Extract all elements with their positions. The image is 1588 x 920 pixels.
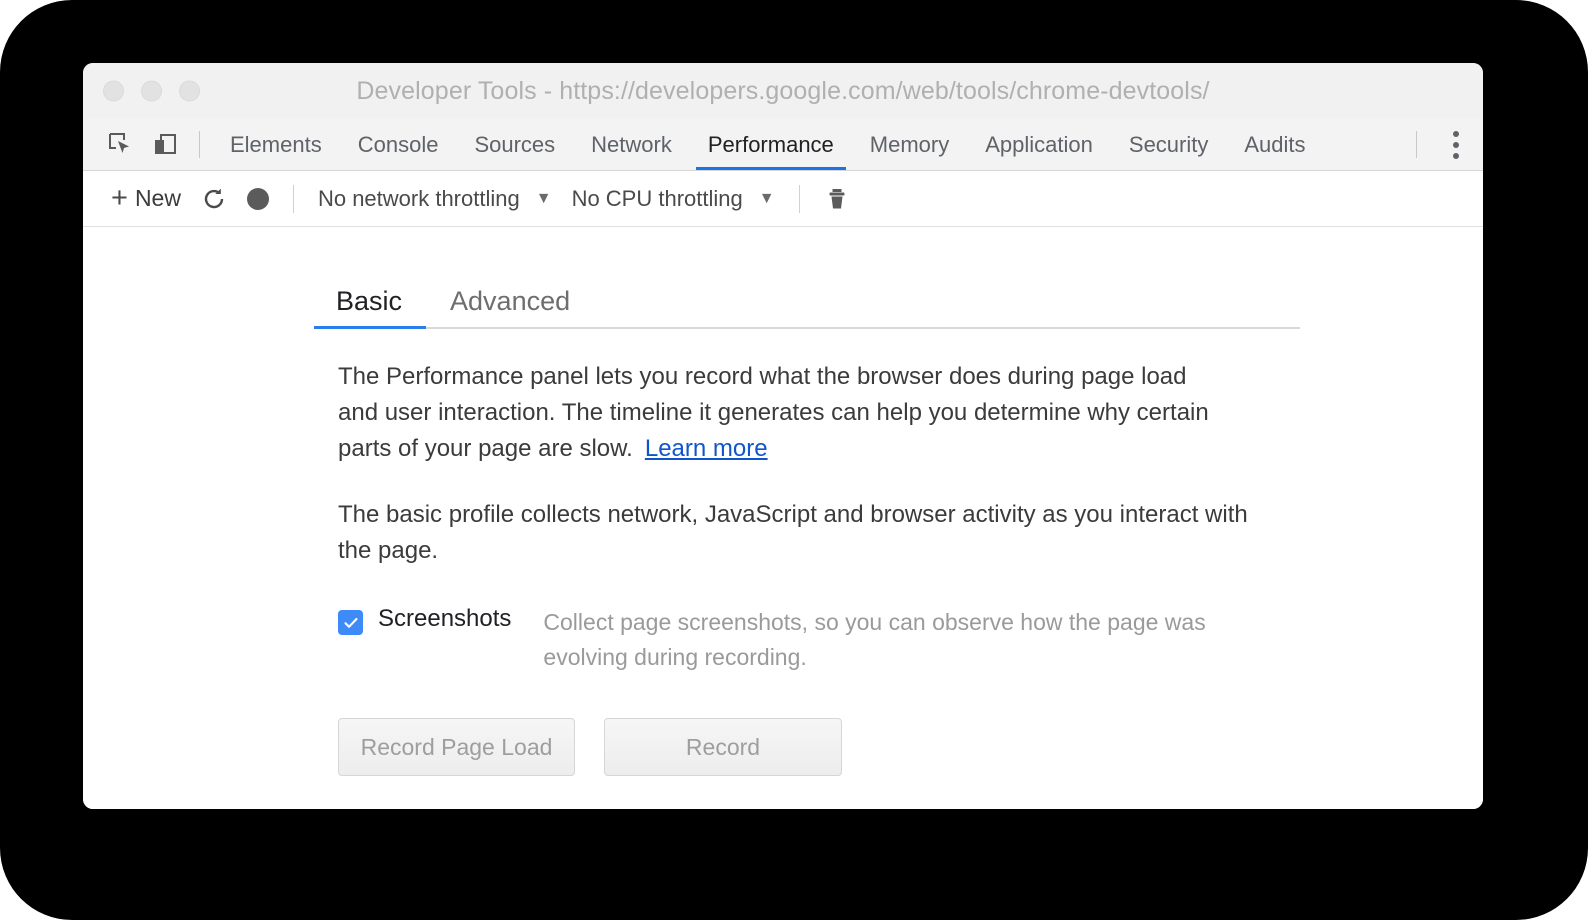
record-page-load-button[interactable]: Record Page Load <box>338 718 575 776</box>
intro-paragraph: The Performance panel lets you record wh… <box>314 359 1254 467</box>
tab-elements[interactable]: Elements <box>212 119 340 170</box>
performance-toolbar: + New No network throttling ▼ No CPU thr… <box>83 171 1483 227</box>
record-buttons-row: Record Page Load Record <box>314 718 1300 776</box>
screenshots-option-row: Screenshots Collect page screenshots, so… <box>314 605 1300 674</box>
tab-label: Console <box>357 131 439 157</box>
chevron-down-icon: ▼ <box>535 189 552 207</box>
subtab-label: Advanced <box>450 286 571 316</box>
intro-text: The Performance panel lets you record wh… <box>338 363 1209 462</box>
screenshots-label: Screenshots <box>378 605 512 632</box>
tab-application[interactable]: Application <box>967 119 1111 170</box>
refresh-icon[interactable] <box>191 171 237 226</box>
tab-label: Sources <box>474 131 556 157</box>
cpu-throttling-select[interactable]: No CPU throttling ▼ <box>562 171 785 226</box>
tab-label: Elements <box>230 131 322 157</box>
basic-profile-paragraph: The basic profile collects network, Java… <box>338 501 1248 564</box>
traffic-lights <box>103 80 200 102</box>
performance-landing-panel: Basic Advanced The Performance panel let… <box>83 227 1483 809</box>
minimize-button[interactable] <box>141 80 162 102</box>
inspect-element-icon[interactable] <box>99 119 143 170</box>
chevron-down-icon: ▼ <box>758 189 775 207</box>
tab-network[interactable]: Network <box>573 119 690 170</box>
tabbar-spacer <box>1324 119 1404 170</box>
screenshots-description: Collect page screenshots, so you can obs… <box>543 609 1206 670</box>
clear-recording-button[interactable] <box>814 171 860 226</box>
screenshots-checkbox[interactable] <box>338 610 363 635</box>
tab-label: Performance <box>707 131 834 157</box>
tab-console[interactable]: Console <box>340 119 457 170</box>
cpu-throttling-value: No CPU throttling <box>571 185 743 211</box>
plus-icon: + <box>111 182 128 214</box>
window-title: Developer Tools - https://developers.goo… <box>356 76 1210 105</box>
devtools-window: Developer Tools - https://developers.goo… <box>83 63 1483 809</box>
tabbar-divider <box>199 131 200 158</box>
title-bar: Developer Tools - https://developers.goo… <box>83 63 1483 119</box>
tab-sources[interactable]: Sources <box>456 119 573 170</box>
network-throttling-value: No network throttling <box>317 185 520 211</box>
maximize-button[interactable] <box>179 80 200 102</box>
tab-performance[interactable]: Performance <box>690 119 852 170</box>
record-button[interactable] <box>237 171 279 226</box>
network-throttling-select[interactable]: No network throttling ▼ <box>308 171 562 226</box>
tab-label: Security <box>1128 131 1209 157</box>
more-vertical-icon[interactable] <box>1429 119 1483 170</box>
landing-subtabs: Basic Advanced <box>314 281 1300 329</box>
new-recording-button[interactable]: + New <box>101 171 191 226</box>
subtab-label: Basic <box>336 286 403 316</box>
tab-label: Audits <box>1244 131 1306 157</box>
tab-label: Network <box>591 131 672 157</box>
learn-more-link[interactable]: Learn more <box>645 435 768 462</box>
toolbar-divider-1 <box>292 184 294 213</box>
record-dot-icon <box>246 187 269 210</box>
tab-label: Memory <box>869 131 950 157</box>
device-toolbar-icon[interactable] <box>143 119 187 170</box>
toolbar-divider-2 <box>798 184 800 213</box>
subtab-basic[interactable]: Basic <box>314 286 427 329</box>
tab-label: Application <box>985 131 1093 157</box>
new-label: New <box>134 185 181 211</box>
tab-memory[interactable]: Memory <box>852 119 967 170</box>
trash-icon <box>829 188 845 208</box>
tab-security[interactable]: Security <box>1111 119 1226 170</box>
check-icon <box>343 617 358 628</box>
record-button-main[interactable]: Record <box>604 718 842 776</box>
close-button[interactable] <box>103 80 124 102</box>
tabbar-divider-right <box>1416 131 1417 158</box>
devtools-tab-bar: Elements Console Sources Network Perform… <box>83 119 1483 171</box>
subtab-advanced[interactable]: Advanced <box>426 286 594 327</box>
tab-audits[interactable]: Audits <box>1226 119 1323 170</box>
